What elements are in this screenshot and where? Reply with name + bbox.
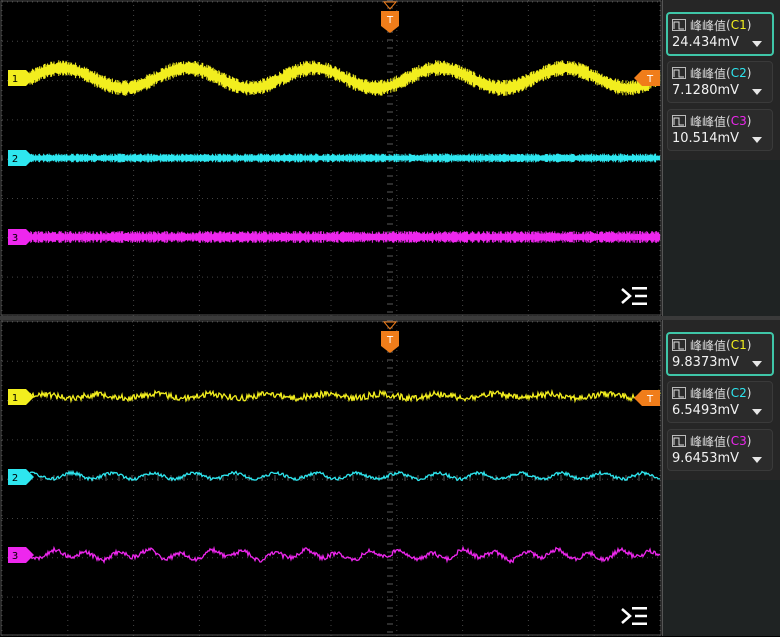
measurement-sidebar-top: 峰峰值 (C1) 24.434mV 峰峰值 (C2) 7.1280mV 峰峰值 …: [662, 0, 780, 316]
channel-3-marker[interactable]: 3: [8, 229, 34, 245]
measurement-header: 峰峰值 (C2): [672, 65, 751, 81]
measurement-value: 6.5493mV: [672, 403, 740, 418]
svg-text:3: 3: [12, 233, 18, 244]
svg-text:T: T: [386, 15, 394, 26]
chevron-down-icon[interactable]: [752, 89, 762, 95]
svg-text:1: 1: [12, 74, 18, 85]
svg-text:2: 2: [12, 154, 18, 165]
measurement-header: 峰峰值 (C2): [672, 385, 751, 401]
pulse-icon: [672, 67, 686, 79]
svg-text:T: T: [386, 335, 394, 346]
scope-panel-top: 1 2 3 T T 峰峰值 (C1) 24.434mV 峰峰值 (C2) 7.1280m…: [0, 0, 780, 316]
trigger-level-marker[interactable]: T: [634, 390, 660, 406]
measurement-value: 10.514mV: [672, 131, 740, 146]
svg-text:1: 1: [12, 393, 18, 404]
trigger-position-marker[interactable]: T: [381, 1, 399, 33]
ch1-waveform: [29, 60, 661, 96]
measurement-c3[interactable]: 峰峰值 (C3) 9.6453mV: [667, 429, 773, 471]
svg-text:2: 2: [12, 473, 18, 484]
channel-3-marker[interactable]: 3: [8, 547, 34, 563]
measurement-c2[interactable]: 峰峰值 (C2) 7.1280mV: [667, 61, 773, 103]
measurement-header: 峰峰值 (C1): [672, 17, 751, 33]
svg-text:3: 3: [12, 551, 18, 562]
ch1-waveform: [29, 388, 661, 404]
measurement-sidebar-bottom: 峰峰值 (C1) 9.8373mV 峰峰值 (C2) 6.5493mV 峰峰值 …: [662, 320, 780, 636]
measurement-c3[interactable]: 峰峰值 (C3) 10.514mV: [667, 109, 773, 151]
ch2-waveform: [29, 469, 661, 482]
pulse-icon: [672, 435, 686, 447]
channel-2-marker[interactable]: 2: [8, 150, 34, 166]
measurement-label: 峰峰值: [690, 18, 727, 33]
chevron-down-icon[interactable]: [752, 41, 762, 47]
measurement-label: 峰峰值: [690, 114, 727, 129]
measurement-value: 9.6453mV: [672, 451, 740, 466]
ch2-waveform: [29, 153, 661, 163]
measurement-label: 峰峰值: [690, 338, 727, 353]
measurement-c1[interactable]: 峰峰值 (C1) 9.8373mV: [666, 332, 774, 376]
chevron-down-icon[interactable]: [752, 409, 762, 415]
svg-text:T: T: [646, 74, 654, 85]
scope-panel-bottom: 1 2 3 T T 峰峰值 (C1) 9.8373mV 峰峰值 (C2) 6.5493m…: [0, 320, 780, 636]
sidebar-empty-area: [663, 480, 780, 636]
measurement-channel: C3: [730, 434, 747, 448]
measurement-header: 峰峰值 (C3): [672, 113, 751, 129]
measurement-header: 峰峰值 (C1): [672, 337, 751, 353]
chevron-down-icon[interactable]: [752, 457, 762, 463]
measurement-header: 峰峰值 (C3): [672, 433, 751, 449]
measurement-value: 24.434mV: [672, 35, 740, 50]
chevron-down-icon[interactable]: [752, 361, 762, 367]
measurement-label: 峰峰值: [690, 434, 727, 449]
expand-menu-icon[interactable]: [618, 284, 650, 308]
pulse-icon: [672, 387, 686, 399]
measurement-c2[interactable]: 峰峰值 (C2) 6.5493mV: [667, 381, 773, 423]
pulse-icon: [672, 339, 686, 351]
pulse-icon: [672, 19, 686, 31]
waveform-display-bottom[interactable]: 1 2 3 T T: [0, 320, 662, 636]
channel-1-marker[interactable]: 1: [8, 389, 34, 405]
waveform-display-top[interactable]: 1 2 3 T T: [0, 0, 662, 316]
measurement-channel: C1: [730, 338, 747, 352]
sidebar-empty-area: [663, 160, 780, 316]
measurement-value: 7.1280mV: [672, 83, 740, 98]
measurement-c1[interactable]: 峰峰值 (C1) 24.434mV: [666, 12, 774, 56]
ch3-waveform: [29, 231, 661, 243]
measurement-value: 9.8373mV: [672, 355, 740, 370]
ch3-waveform: [30, 545, 661, 565]
trigger-position-marker[interactable]: T: [381, 321, 399, 353]
measurement-channel: C1: [730, 18, 747, 32]
measurement-label: 峰峰值: [690, 66, 727, 81]
measurement-channel: C3: [730, 114, 747, 128]
pulse-icon: [672, 115, 686, 127]
chevron-down-icon[interactable]: [752, 137, 762, 143]
expand-menu-icon[interactable]: [618, 604, 650, 628]
channel-2-marker[interactable]: 2: [8, 469, 34, 485]
measurement-label: 峰峰值: [690, 386, 727, 401]
measurement-channel: C2: [730, 66, 747, 80]
svg-text:T: T: [646, 394, 654, 405]
measurement-channel: C2: [730, 386, 747, 400]
